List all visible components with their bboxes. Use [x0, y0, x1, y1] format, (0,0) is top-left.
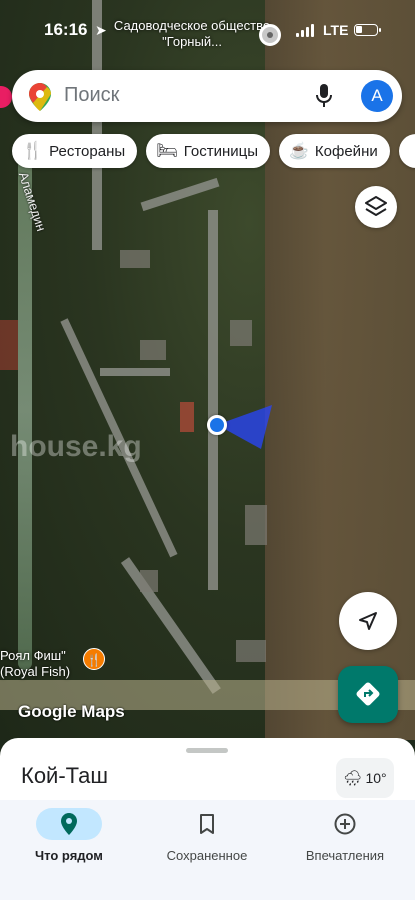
layers-button[interactable]	[355, 186, 397, 228]
tab-pill	[312, 808, 378, 840]
recenter-button[interactable]	[339, 592, 397, 650]
map-place-label: Садоводческое общество "Горный...	[113, 18, 271, 49]
road	[100, 368, 170, 376]
tab-contribute[interactable]: Впечатления	[276, 808, 414, 863]
network-type: LTE	[323, 22, 349, 38]
bookmark-icon	[200, 814, 214, 834]
plus-circle-icon	[334, 813, 356, 835]
microphone-icon[interactable]	[314, 83, 334, 109]
coffee-icon: ☕	[289, 143, 309, 160]
status-time: 16:16	[44, 20, 88, 39]
chip-more[interactable]	[398, 134, 415, 168]
account-avatar[interactable]: А	[361, 80, 393, 112]
navigation-arrow-icon: ➤	[95, 22, 107, 38]
status-bar: 16:16 ➤ Садоводческое общество "Горный..…	[0, 0, 415, 62]
category-chips: 🍴 Рестораны 🛏 Гостиницы ☕ Кофейни	[12, 134, 415, 168]
building	[140, 340, 166, 360]
poi-label[interactable]: Роял Фиш" (Royal Fish)	[0, 648, 70, 680]
chip-cafes[interactable]: ☕ Кофейни	[279, 134, 390, 168]
directions-button[interactable]	[338, 666, 398, 723]
tab-label: Сохраненное	[166, 848, 248, 863]
chip-hotels[interactable]: 🛏 Гостиницы	[146, 134, 270, 168]
layers-icon	[365, 196, 387, 216]
directions-icon	[356, 682, 380, 706]
road	[120, 557, 221, 694]
location-pin-icon	[61, 813, 77, 835]
battery-icon	[354, 24, 381, 36]
signal-icon	[296, 24, 314, 37]
drag-handle[interactable]	[186, 748, 228, 753]
road	[208, 210, 218, 590]
google-maps-logo-icon	[29, 83, 51, 111]
building	[236, 640, 266, 662]
temperature: 10°	[365, 770, 387, 786]
search-bar[interactable]: Поиск А	[12, 70, 402, 122]
building	[120, 250, 150, 268]
location-title: Кой-Таш	[21, 763, 109, 788]
watermark: house.kg	[10, 430, 142, 463]
my-location-dot	[207, 415, 227, 435]
bottom-navigation: Что рядом Сохраненное Впечатления	[0, 800, 415, 900]
building	[180, 402, 194, 432]
weather-badge[interactable]: 🌧 10°	[336, 758, 394, 798]
tab-saved[interactable]: Сохраненное	[138, 808, 276, 863]
building	[230, 320, 252, 346]
map-place-pin-icon[interactable]	[259, 24, 281, 46]
restaurant-pin-icon[interactable]: 🍴	[83, 648, 105, 670]
bed-icon: 🛏	[156, 141, 178, 160]
search-input[interactable]: Поиск	[64, 84, 119, 107]
tab-label: Впечатления	[305, 848, 385, 863]
tab-nearby[interactable]: Что рядом	[0, 808, 138, 863]
google-maps-attribution: Google Maps	[18, 702, 125, 721]
building	[140, 570, 158, 592]
road	[140, 177, 220, 212]
building	[245, 505, 267, 545]
river	[18, 150, 32, 670]
rain-cloud-icon: 🌧	[343, 770, 363, 787]
fork-knife-icon: 🍴	[22, 141, 44, 160]
building	[0, 320, 18, 370]
chip-label: Кофейни	[314, 142, 378, 160]
tab-pill	[174, 808, 240, 840]
navigation-arrow-icon	[359, 612, 377, 630]
tab-label: Что рядом	[35, 848, 103, 863]
chip-label: Гостиницы	[183, 142, 258, 160]
tab-pill	[36, 808, 102, 840]
bottom-sheet[interactable]: Кой-Таш 🌧 10°	[0, 738, 415, 808]
chip-restaurants[interactable]: 🍴 Рестораны	[12, 134, 138, 168]
chip-label: Рестораны	[49, 142, 126, 160]
